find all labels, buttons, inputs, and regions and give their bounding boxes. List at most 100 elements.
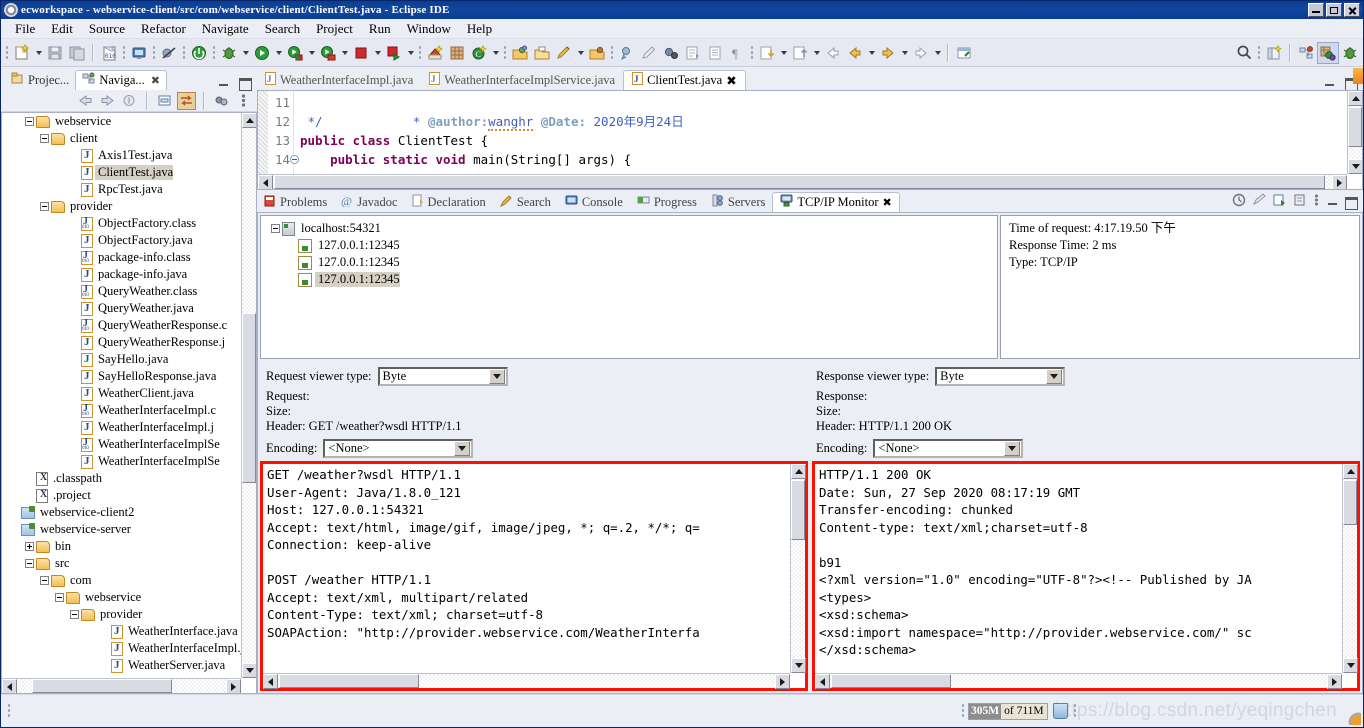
scroll-left-button[interactable] [2,679,17,693]
tree-row[interactable]: QueryWeatherResponse.j [2,334,241,351]
scroll-up-button[interactable] [1343,464,1358,479]
scroll-left-button[interactable] [263,674,278,689]
new-class-dropdown-arrow[interactable] [490,42,501,64]
tree-row[interactable]: SayHello.java [2,351,241,368]
run-dropdown-arrow[interactable] [273,42,284,64]
next-annotation-dropdown-arrow[interactable] [778,42,789,64]
forward-icon[interactable] [98,92,117,110]
tree-row[interactable]: webservice-server [2,521,241,538]
tree-row[interactable]: ClientTest.java [2,164,241,181]
request-vscrollbar[interactable] [790,464,806,673]
heap-drag-handle[interactable] [961,703,965,719]
forward-dim-dropdown-arrow[interactable] [932,42,943,64]
run-server-icon[interactable] [188,42,210,64]
menu-window[interactable]: Window [399,20,459,38]
tree-row[interactable]: WeatherInterfaceImpl.j [2,419,241,436]
tab-declaration[interactable]: Declaration [405,192,493,212]
monitor-tree-row[interactable]: localhost:54321 [269,220,997,237]
monitor-tree-row[interactable]: 127.0.0.1:12345 [269,271,997,288]
response-hscroll-thumb[interactable] [831,674,951,688]
open-type-icon[interactable] [509,42,531,64]
minimize-view-button[interactable] [217,77,230,88]
pin-icon[interactable] [1292,193,1307,210]
back-icon[interactable] [844,42,866,64]
collapse-all-icon[interactable] [155,92,174,110]
tab-progress[interactable]: Progress [630,192,704,212]
scroll-right-button[interactable] [1332,175,1347,189]
request-viewer-type-select[interactable]: Byte [377,367,508,386]
run-external-tools-icon[interactable] [284,42,306,64]
toolbar-drag-handle-6[interactable] [418,44,422,61]
terminate-dropdown-arrow[interactable] [372,42,383,64]
request-body-text[interactable]: GET /weather?wsdl HTTP/1.1 User-Agent: J… [263,464,790,673]
tree-row[interactable]: provider [2,198,241,215]
menu-project[interactable]: Project [308,20,361,38]
scroll-right-button[interactable] [775,674,790,689]
new-class-icon[interactable]: C [468,42,490,64]
previous-annotation-icon[interactable] [789,42,811,64]
close-icon[interactable]: ✖ [151,74,160,87]
java-ee-perspective-icon[interactable] [1295,42,1317,64]
toolbar-drag-handle-3[interactable] [152,44,156,61]
up-icon[interactable] [120,92,139,110]
external-tools-dropdown-arrow[interactable] [306,42,317,64]
navigator-vscroll-thumb[interactable] [242,313,256,483]
link-icon[interactable] [953,42,975,64]
properties-icon[interactable] [1272,193,1287,210]
response-viewer-type-select[interactable]: Byte [935,367,1066,386]
editor-hscrollbar[interactable] [258,174,1347,189]
tree-row[interactable]: bin [2,538,241,555]
toolbar-drag-handle-2[interactable] [122,44,126,61]
close-icon[interactable]: ✖ [726,73,736,89]
menu-search[interactable]: Search [257,20,308,38]
debug-icon[interactable] [218,42,240,64]
tree-row[interactable]: RpcTest.java [2,181,241,198]
save-all-icon[interactable] [66,42,88,64]
resize-grip[interactable] [1347,711,1361,725]
toolbar-drag-handle[interactable] [5,44,9,61]
tree-row[interactable]: WeatherInterface.java [2,623,241,640]
back-dim-icon[interactable] [822,42,844,64]
collapse-icon[interactable] [55,593,64,602]
forward-dropdown-arrow[interactable] [899,42,910,64]
tree-row[interactable]: com [2,572,241,589]
debug-perspective-icon[interactable] [1339,42,1361,64]
toolbar-drag-handle-8[interactable] [610,44,614,61]
minimize-bottom-button[interactable] [1326,196,1339,207]
editor-vscroll-thumb[interactable] [1348,107,1362,147]
response-hscrollbar[interactable] [815,673,1342,689]
skip-breakpoints-icon[interactable] [158,42,180,64]
menu-edit[interactable]: Edit [43,20,81,38]
close-icon[interactable]: ✖ [883,196,892,209]
tree-row[interactable]: webservice [2,589,241,606]
new-java-project-icon[interactable] [424,42,446,64]
response-body-text[interactable]: HTTP/1.1 200 OK Date: Sun, 27 Sep 2020 0… [815,464,1342,673]
code-editor[interactable]: 11 12 13 14 * @author:wanghr @Date: 2020… [257,90,1363,190]
tree-row[interactable]: ObjectFactory.class [2,215,241,232]
navigator-hscrollbar[interactable] [2,678,241,693]
search-folder-icon[interactable] [586,42,608,64]
tab-weatherinterfaceimplservice[interactable]: J WeatherInterfaceImplService.java [421,70,623,90]
expand-icon[interactable] [25,542,34,551]
previous-annotation-dropdown-arrow[interactable] [811,42,822,64]
menu-help[interactable]: Help [459,20,500,38]
tree-row[interactable]: package-info.java [2,266,241,283]
annotation-icon[interactable] [616,42,638,64]
back-dropdown-arrow[interactable] [866,42,877,64]
tree-row[interactable]: package-info.class [2,249,241,266]
new-wizard-dropdown-arrow[interactable] [33,42,44,64]
open-task-icon[interactable] [531,42,553,64]
maximize-view-button[interactable] [238,77,252,91]
scroll-down-button[interactable] [1348,159,1362,174]
tree-row[interactable]: QueryWeatherResponse.c [2,317,241,334]
menu-refactor[interactable]: Refactor [133,20,194,38]
scroll-down-button[interactable] [242,663,256,678]
new-wizard-icon[interactable] [11,42,33,64]
tab-servers[interactable]: Servers [704,192,773,212]
maximize-button[interactable] [1326,3,1342,17]
monitor-tree-row[interactable]: 127.0.0.1:12345 [269,254,997,271]
debug-dropdown-arrow[interactable] [240,42,251,64]
collapse-icon[interactable] [70,610,79,619]
scroll-right-button[interactable] [1327,674,1342,689]
tree-row[interactable]: webservice [2,113,241,130]
